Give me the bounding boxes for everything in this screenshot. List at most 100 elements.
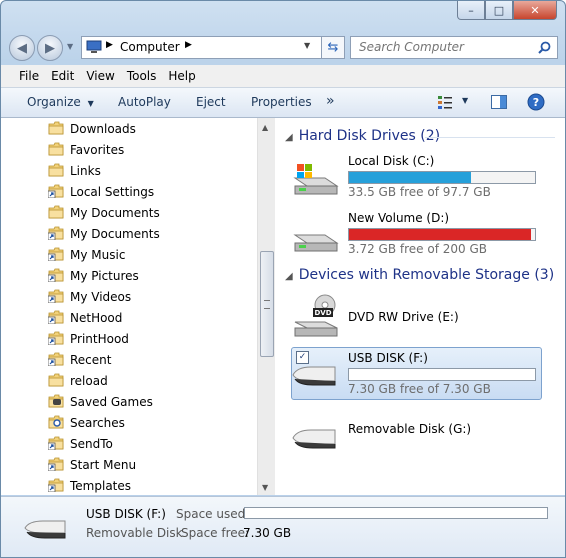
change-view-button[interactable] (437, 95, 455, 112)
tree-item[interactable]: PrintHood (1, 328, 257, 349)
space-used-bar (244, 507, 548, 519)
tree-item[interactable]: My Documents (1, 202, 257, 223)
folder-icon (48, 205, 64, 219)
view-options-dropdown-icon[interactable]: ▼ (462, 96, 468, 105)
hard-drive-icon (293, 234, 339, 252)
drive-item-c[interactable]: Local Disk (C:) 33.5 GB free of 97.7 GB (291, 154, 541, 199)
tree-item[interactable]: reload (1, 370, 257, 391)
caption-buttons: – □ ✕ (457, 1, 557, 20)
maximize-button[interactable]: □ (485, 1, 513, 20)
search-input[interactable] (357, 39, 531, 55)
tree-item-label: My Pictures (70, 269, 139, 283)
menu-view[interactable]: View (80, 65, 120, 87)
menu-tools[interactable]: Tools (121, 65, 163, 87)
details-pane: USB DISK (F:) Removable Disk Space used:… (1, 496, 565, 557)
shortcut-folder-icon (48, 310, 64, 324)
tree-item[interactable]: Downloads (1, 118, 257, 139)
menu-help[interactable]: Help (162, 65, 201, 87)
help-button[interactable]: ? (527, 93, 545, 114)
close-button[interactable]: ✕ (513, 1, 557, 20)
tree-item-label: reload (70, 374, 108, 388)
breadcrumb-chevron-icon[interactable]: ▶ (185, 40, 192, 50)
preview-pane-icon (491, 95, 507, 109)
address-label[interactable]: Computer (120, 40, 180, 54)
shortcut-folder-icon (48, 331, 64, 345)
tree-item[interactable]: Local Settings (1, 181, 257, 202)
tree-item[interactable]: NetHood (1, 307, 257, 328)
tree-item[interactable]: My Videos (1, 286, 257, 307)
space-used-label: Space used: (176, 507, 250, 521)
drive-free-text: 3.72 GB free of 200 GB (348, 242, 487, 256)
tree-item[interactable]: Start Menu (1, 454, 257, 475)
navigation-pane: Downloads Favorites Links Local Settings My … (1, 118, 257, 495)
tree-item-label: Favorites (70, 143, 125, 157)
properties-button[interactable]: Properties (251, 95, 312, 109)
drive-usage-bar (348, 171, 536, 184)
more-commands-button[interactable]: » (326, 93, 335, 109)
drive-usage-bar (348, 228, 536, 241)
tree-item[interactable]: Recent (1, 349, 257, 370)
searches-folder-icon (48, 415, 64, 429)
search-icon[interactable] (538, 41, 551, 54)
scroll-down-icon[interactable]: ▼ (262, 483, 268, 492)
search-box[interactable] (350, 36, 558, 59)
tree-item[interactable]: My Documents (1, 223, 257, 244)
organize-label: Organize (27, 95, 81, 109)
tree-item[interactable]: SendTo (1, 433, 257, 454)
tree-item-label: Saved Games (70, 395, 153, 409)
drive-item-f[interactable]: USB DISK (F:) 7.30 GB free of 7.30 GB (291, 351, 541, 396)
details-type: Removable Disk (86, 526, 183, 540)
command-bar: Organize ▼ AutoPlay Eject Properties » ▼… (1, 88, 565, 118)
forward-button[interactable]: ▶ (37, 35, 63, 61)
breadcrumb-separator-icon[interactable]: ▶ (106, 40, 113, 50)
computer-icon (86, 40, 102, 53)
tree-item-label: My Documents (70, 206, 160, 220)
tree-item[interactable]: My Music (1, 244, 257, 265)
menu-bar: File Edit View Tools Help (1, 65, 565, 88)
eject-button[interactable]: Eject (196, 95, 226, 109)
scroll-up-icon[interactable]: ▲ (262, 123, 268, 132)
usb-drive-icon (292, 429, 336, 449)
group-header-hard-disks[interactable]: ◢ Hard Disk Drives (2) (285, 128, 440, 144)
svg-text:?: ? (533, 96, 539, 109)
space-free-value: 7.30 GB (243, 526, 292, 540)
group-header-removable[interactable]: ◢ Devices with Removable Storage (3) (285, 267, 554, 283)
recent-pages-chevron-icon[interactable]: ▼ (67, 42, 73, 51)
tree-item[interactable]: Favorites (1, 139, 257, 160)
usb-drive-icon (292, 366, 336, 386)
svg-text:DVD: DVD (314, 309, 331, 317)
drive-free-text: 33.5 GB free of 97.7 GB (348, 185, 491, 199)
minimize-button[interactable]: – (457, 1, 485, 20)
folder-icon (48, 163, 64, 177)
shortcut-folder-icon (48, 289, 64, 303)
drive-free-text: 7.30 GB free of 7.30 GB (348, 382, 491, 396)
tree-item[interactable]: Searches (1, 412, 257, 433)
group-title: Devices with Removable Storage (3) (298, 267, 555, 283)
tree-item-label: NetHood (70, 311, 123, 325)
autoplay-button[interactable]: AutoPlay (118, 95, 171, 109)
preview-pane-button[interactable] (491, 95, 507, 112)
tree-item[interactable]: Templates (1, 475, 257, 495)
shortcut-folder-icon (48, 184, 64, 198)
navigation-scrollbar[interactable]: ▲ ▼ (257, 118, 275, 495)
tree-item-label: My Music (70, 248, 126, 262)
drive-item-e[interactable]: DVD DVD RW Drive (E:) (291, 294, 541, 338)
usb-drive-icon (24, 520, 66, 539)
address-dropdown-icon[interactable]: ▼ (304, 41, 310, 50)
back-button[interactable]: ◀ (9, 35, 35, 61)
scrollbar-thumb[interactable] (260, 251, 274, 357)
address-bar[interactable]: ▶ Computer ▶ ▼ (81, 36, 323, 59)
tree-item-label: PrintHood (70, 332, 129, 346)
drive-item-d[interactable]: New Volume (D:) 3.72 GB free of 200 GB (291, 211, 541, 256)
group-divider (425, 137, 555, 138)
refresh-button[interactable]: ⇆ (321, 36, 345, 59)
menu-file[interactable]: File (13, 65, 45, 87)
organize-button[interactable]: Organize ▼ (27, 95, 94, 109)
drive-usage-fill (349, 172, 472, 183)
menu-edit[interactable]: Edit (45, 65, 80, 87)
drive-item-g[interactable]: Removable Disk (G:) (291, 418, 541, 458)
tree-item[interactable]: Saved Games (1, 391, 257, 412)
tree-item[interactable]: Links (1, 160, 257, 181)
tree-item[interactable]: My Pictures (1, 265, 257, 286)
tree-item-label: Searches (70, 416, 125, 430)
